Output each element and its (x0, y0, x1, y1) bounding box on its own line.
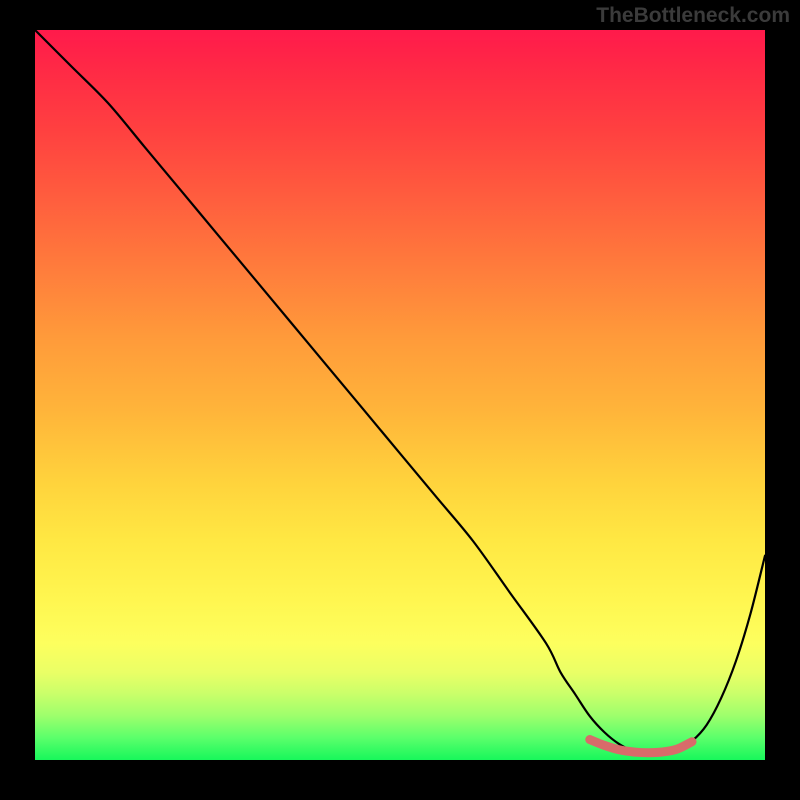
watermark-text: TheBottleneck.com (596, 4, 790, 28)
bottleneck-curve-line (35, 30, 765, 754)
chart-svg (35, 30, 765, 760)
chart-plot-area (35, 30, 765, 760)
highlight-band-line (590, 740, 692, 753)
